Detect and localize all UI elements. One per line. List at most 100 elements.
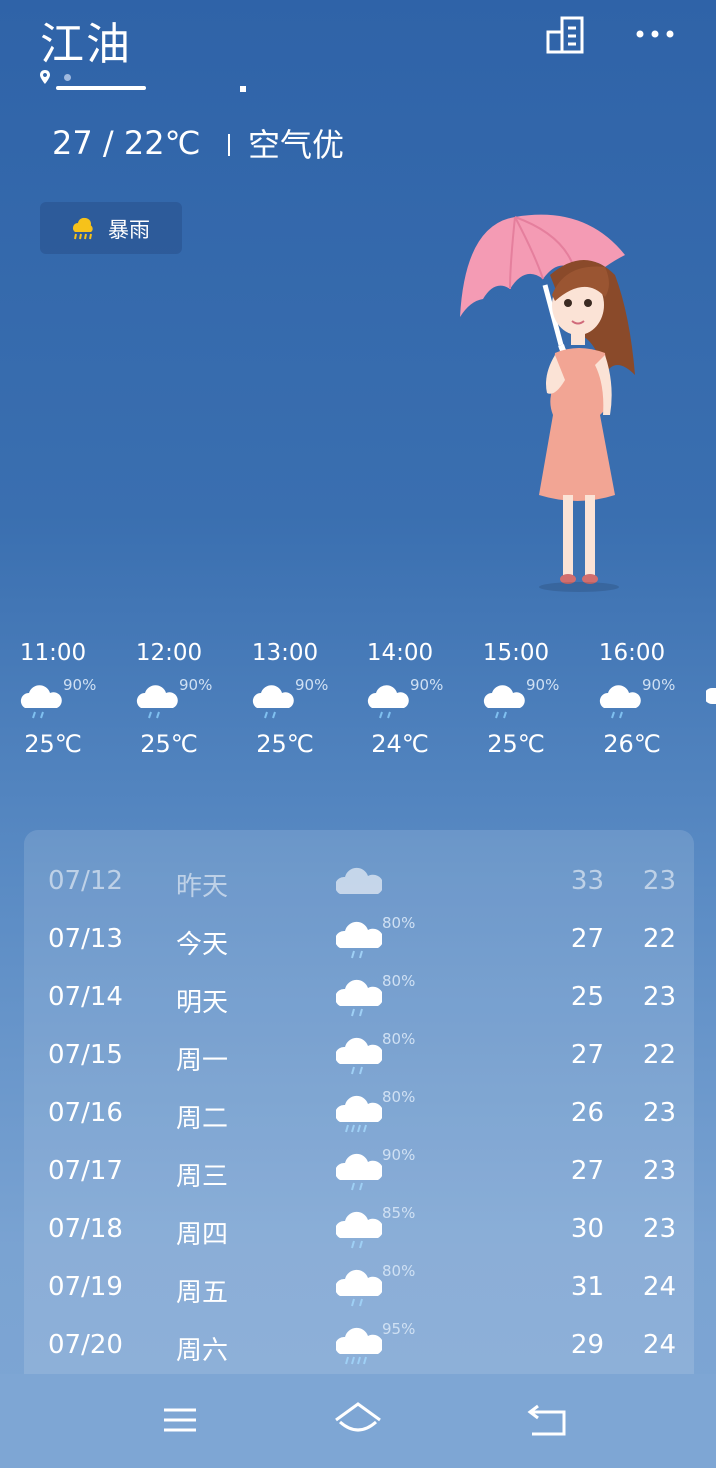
hour-temp: 25℃ <box>24 730 82 758</box>
day-precip-pct: 80% <box>382 1262 416 1280</box>
day-date: 07/20 <box>48 1330 123 1360</box>
hour-item[interactable]: 14:00 90% 24℃ <box>350 640 450 758</box>
day-high: 26 <box>570 1098 604 1128</box>
day-weekday: 周二 <box>176 1104 229 1134</box>
day-date: 07/18 <box>48 1214 123 1244</box>
day-low: 23 <box>642 1098 676 1128</box>
hour-item[interactable]: 12:00 90% 25℃ <box>119 640 219 758</box>
city-manage-icon[interactable] <box>544 14 588 56</box>
back-icon[interactable] <box>518 1398 578 1442</box>
hour-temp: 26℃ <box>603 730 661 758</box>
menu-icon[interactable] <box>150 1398 210 1442</box>
cloud-rain-icon <box>336 979 382 1017</box>
day-low: 24 <box>642 1330 676 1360</box>
day-low: 22 <box>642 1040 676 1070</box>
cloud-rain-icon <box>599 685 641 719</box>
cloud-rain-icon <box>20 685 62 719</box>
separator <box>228 134 230 156</box>
day-precip-pct: 90% <box>382 1146 416 1164</box>
hour-item[interactable]: 16:00 90% 26℃ <box>582 640 682 758</box>
girl-with-umbrella-illustration <box>460 214 635 592</box>
day-precip-pct: 85% <box>382 1204 416 1222</box>
day-low: 23 <box>642 1214 676 1244</box>
cloud-rain-icon <box>706 688 716 704</box>
location-pin-icon <box>40 70 50 84</box>
day-precip-pct: 95% <box>382 1320 416 1338</box>
cloud-rain-icon <box>336 921 382 959</box>
location-indicator-bar <box>56 86 146 90</box>
hour-precip-pct: 90% <box>179 676 213 694</box>
day-weekday: 周六 <box>176 1336 229 1366</box>
day-low: 23 <box>642 866 676 896</box>
hour-time: 11:00 <box>19 640 87 666</box>
weather-condition-label: 暴雨 <box>108 218 150 242</box>
cloud-rain-icon <box>336 1211 382 1249</box>
day-weekday: 昨天 <box>176 872 229 902</box>
day-low: 22 <box>642 924 676 954</box>
hour-item[interactable]: 15:00 90% 25℃ <box>466 640 566 758</box>
page-indicator-dot <box>240 86 246 92</box>
day-high: 27 <box>570 1156 604 1186</box>
hour-item[interactable]: 11:00 90% 25℃ <box>3 640 103 758</box>
daily-row[interactable]: 07/12 昨天 33 23 <box>24 852 694 910</box>
more-options-icon[interactable] <box>630 14 680 54</box>
day-high: 27 <box>570 1040 604 1070</box>
daily-row[interactable]: 07/20 周六 95% 29 24 <box>24 1316 694 1374</box>
air-quality[interactable]: 空气优 <box>248 120 344 166</box>
cloud-rain-icon <box>483 685 525 719</box>
location-indicator-dot <box>64 74 71 81</box>
day-weekday: 周三 <box>176 1162 229 1192</box>
cloud-icon <box>336 867 382 894</box>
hour-time: 13:00 <box>251 640 319 666</box>
day-weekday: 明天 <box>176 988 229 1018</box>
hour-time: 15:00 <box>482 640 550 666</box>
day-precip-pct: 80% <box>382 1030 416 1048</box>
day-low: 24 <box>642 1272 676 1302</box>
day-high: 30 <box>570 1214 604 1244</box>
daily-row[interactable]: 07/14 明天 80% 25 23 <box>24 968 694 1026</box>
cloud-rain-icon <box>252 685 294 719</box>
day-high: 27 <box>570 924 604 954</box>
cloud-rain-icon <box>367 685 409 719</box>
home-icon[interactable] <box>328 1398 388 1442</box>
hour-temp: 25℃ <box>140 730 198 758</box>
cloud-rain-icon <box>136 685 178 719</box>
day-weekday: 周四 <box>176 1220 229 1250</box>
hour-precip-pct: 90% <box>63 676 97 694</box>
hour-time: 16:00 <box>598 640 666 666</box>
daily-forecast-panel[interactable]: 07/12 昨天 33 23 07/13 今天 80% 27 22 07/14 … <box>24 830 694 1390</box>
day-date: 07/17 <box>48 1156 123 1186</box>
weather-condition-badge[interactable]: 暴雨 <box>40 202 182 254</box>
hour-time: 14:00 <box>366 640 434 666</box>
day-date: 07/19 <box>48 1272 123 1302</box>
day-low: 23 <box>642 1156 676 1186</box>
day-high: 33 <box>570 866 604 896</box>
day-high: 31 <box>570 1272 604 1302</box>
day-date: 07/16 <box>48 1098 123 1128</box>
daily-row[interactable]: 07/17 周三 90% 27 23 <box>24 1142 694 1200</box>
day-weekday: 周五 <box>176 1278 229 1308</box>
daily-row[interactable]: 07/18 周四 85% 30 23 <box>24 1200 694 1258</box>
system-navigation-bar <box>0 1374 716 1468</box>
cloud-rain-icon <box>336 1153 382 1191</box>
day-high: 25 <box>570 982 604 1012</box>
daily-row[interactable]: 07/16 周二 80% 26 23 <box>24 1084 694 1142</box>
day-precip-pct: 80% <box>382 914 416 932</box>
day-precip-pct: 80% <box>382 972 416 990</box>
cloud-heavy-rain-icon <box>336 1327 382 1365</box>
day-high: 29 <box>570 1330 604 1360</box>
daily-row[interactable]: 07/19 周五 80% 31 24 <box>24 1258 694 1316</box>
city-name: 江油 <box>40 19 132 70</box>
cloud-rain-icon <box>336 1037 382 1075</box>
hour-precip-pct: 90% <box>295 676 329 694</box>
day-date: 07/15 <box>48 1040 123 1070</box>
today-temp-range: 27 / 22℃ <box>52 124 201 162</box>
hour-temp: 24℃ <box>371 730 429 758</box>
daily-row[interactable]: 07/15 周一 80% 27 22 <box>24 1026 694 1084</box>
cloud-rain-icon <box>336 1269 382 1307</box>
day-weekday: 今天 <box>176 930 229 960</box>
hour-precip-pct: 90% <box>642 676 676 694</box>
day-date: 07/14 <box>48 982 123 1012</box>
hour-item[interactable]: 13:00 90% 25℃ <box>235 640 335 758</box>
daily-row[interactable]: 07/13 今天 80% 27 22 <box>24 910 694 968</box>
